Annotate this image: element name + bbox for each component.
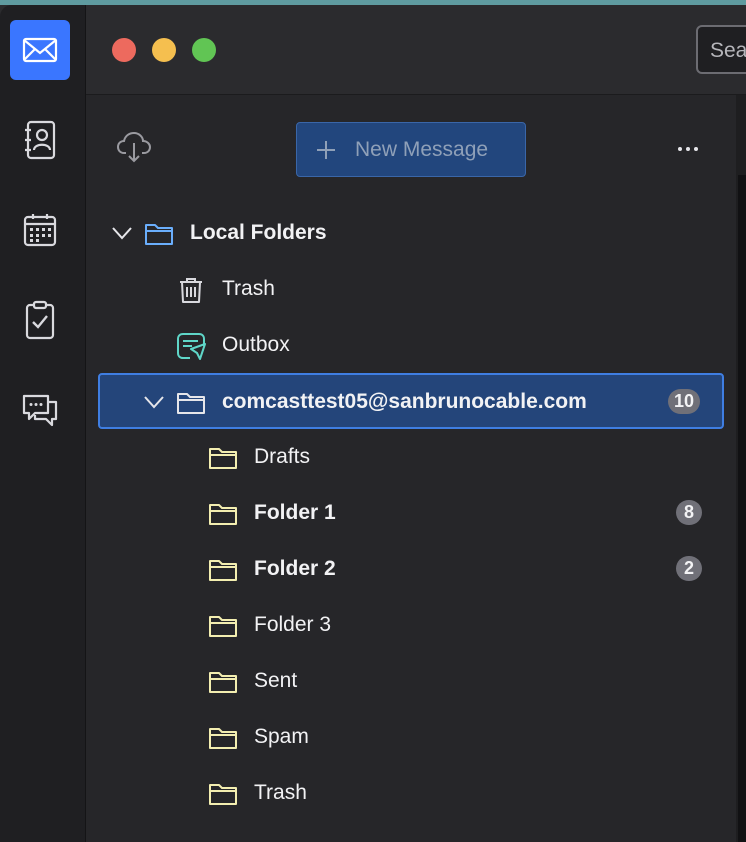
more-dot-icon (678, 147, 682, 151)
thunderbird-window: Sea New Message Local Folders Trash Outb… (0, 5, 746, 842)
chevron-down-icon[interactable] (110, 221, 134, 245)
local-folder-icon (145, 224, 173, 245)
folder-label: Outbox (222, 333, 290, 356)
tasks-space-button[interactable] (10, 290, 70, 350)
trash-icon (180, 278, 202, 303)
chat-icon (22, 394, 58, 427)
folder-label: Sent (254, 669, 298, 692)
folder-icon (209, 448, 237, 469)
folder-row-folder-2[interactable]: Folder 2 2 (98, 542, 724, 598)
folder-label: Spam (254, 725, 309, 748)
folder-row-spam[interactable]: Spam (98, 710, 724, 766)
folder-row-account-trash[interactable]: Trash (98, 766, 724, 822)
folder-icon (209, 784, 237, 805)
close-window-button[interactable] (112, 38, 136, 62)
address-book-space-button[interactable] (10, 110, 70, 170)
folder-row-folder-3[interactable]: Folder 3 (98, 598, 724, 654)
folder-label: Trash (222, 277, 275, 300)
more-dot-icon (686, 147, 690, 151)
folder-icon (209, 616, 237, 637)
chevron-down-icon[interactable] (142, 390, 166, 414)
mail-icon (22, 37, 58, 63)
outbox-icon (177, 333, 206, 360)
calendar-space-button[interactable] (10, 200, 70, 260)
folder-label: Folder 3 (254, 613, 332, 636)
minimize-window-button[interactable] (152, 38, 176, 62)
account-folder-icon (177, 393, 205, 414)
folder-row-sent[interactable]: Sent (98, 654, 724, 710)
more-dot-icon (694, 147, 698, 151)
spaces-toolbar (0, 5, 86, 842)
folder-row-drafts[interactable]: Drafts (98, 430, 724, 486)
zoom-window-button[interactable] (192, 38, 216, 62)
message-list-edge (738, 175, 746, 842)
folder-label: Drafts (254, 445, 311, 468)
folder-label: Folder 1 (254, 501, 336, 524)
more-options-button[interactable] (670, 135, 706, 163)
get-messages-button[interactable] (116, 129, 152, 165)
folder-row-outbox[interactable]: Outbox (98, 318, 724, 374)
folder-row-trash[interactable]: Trash (98, 262, 724, 318)
title-bar: Sea (86, 5, 746, 95)
tasks-icon (25, 300, 55, 340)
plus-icon (317, 140, 335, 159)
chat-space-button[interactable] (10, 380, 70, 440)
new-message-label: New Message (355, 137, 489, 161)
address-book-icon (25, 120, 56, 160)
folder-icon (209, 672, 237, 693)
folder-icon (209, 560, 237, 581)
folder-row-local-folders[interactable]: Local Folders (98, 206, 724, 262)
new-message-button[interactable]: New Message (296, 122, 526, 177)
account-label: comcasttest05@sanbrunocable.com (222, 390, 587, 413)
search-input[interactable]: Sea (696, 25, 746, 74)
message-pane-edge (736, 95, 746, 842)
search-placeholder: Sea (710, 39, 746, 62)
folder-icon (209, 504, 237, 525)
calendar-icon (23, 214, 57, 247)
unread-badge: 10 (668, 389, 701, 414)
folder-label: Trash (254, 781, 307, 804)
folder-label: Local Folders (190, 221, 327, 244)
folder-pane: New Message Local Folders Trash Outbox c… (86, 95, 736, 842)
unread-badge: 2 (676, 556, 702, 581)
cloud-download-icon (116, 131, 152, 163)
folder-row-account[interactable]: comcasttest05@sanbrunocable.com 10 (98, 373, 724, 429)
folder-label: Folder 2 (254, 557, 336, 580)
folder-icon (209, 728, 237, 749)
folder-row-folder-1[interactable]: Folder 1 8 (98, 486, 724, 542)
mail-space-button[interactable] (10, 20, 70, 80)
unread-badge: 8 (676, 500, 702, 525)
